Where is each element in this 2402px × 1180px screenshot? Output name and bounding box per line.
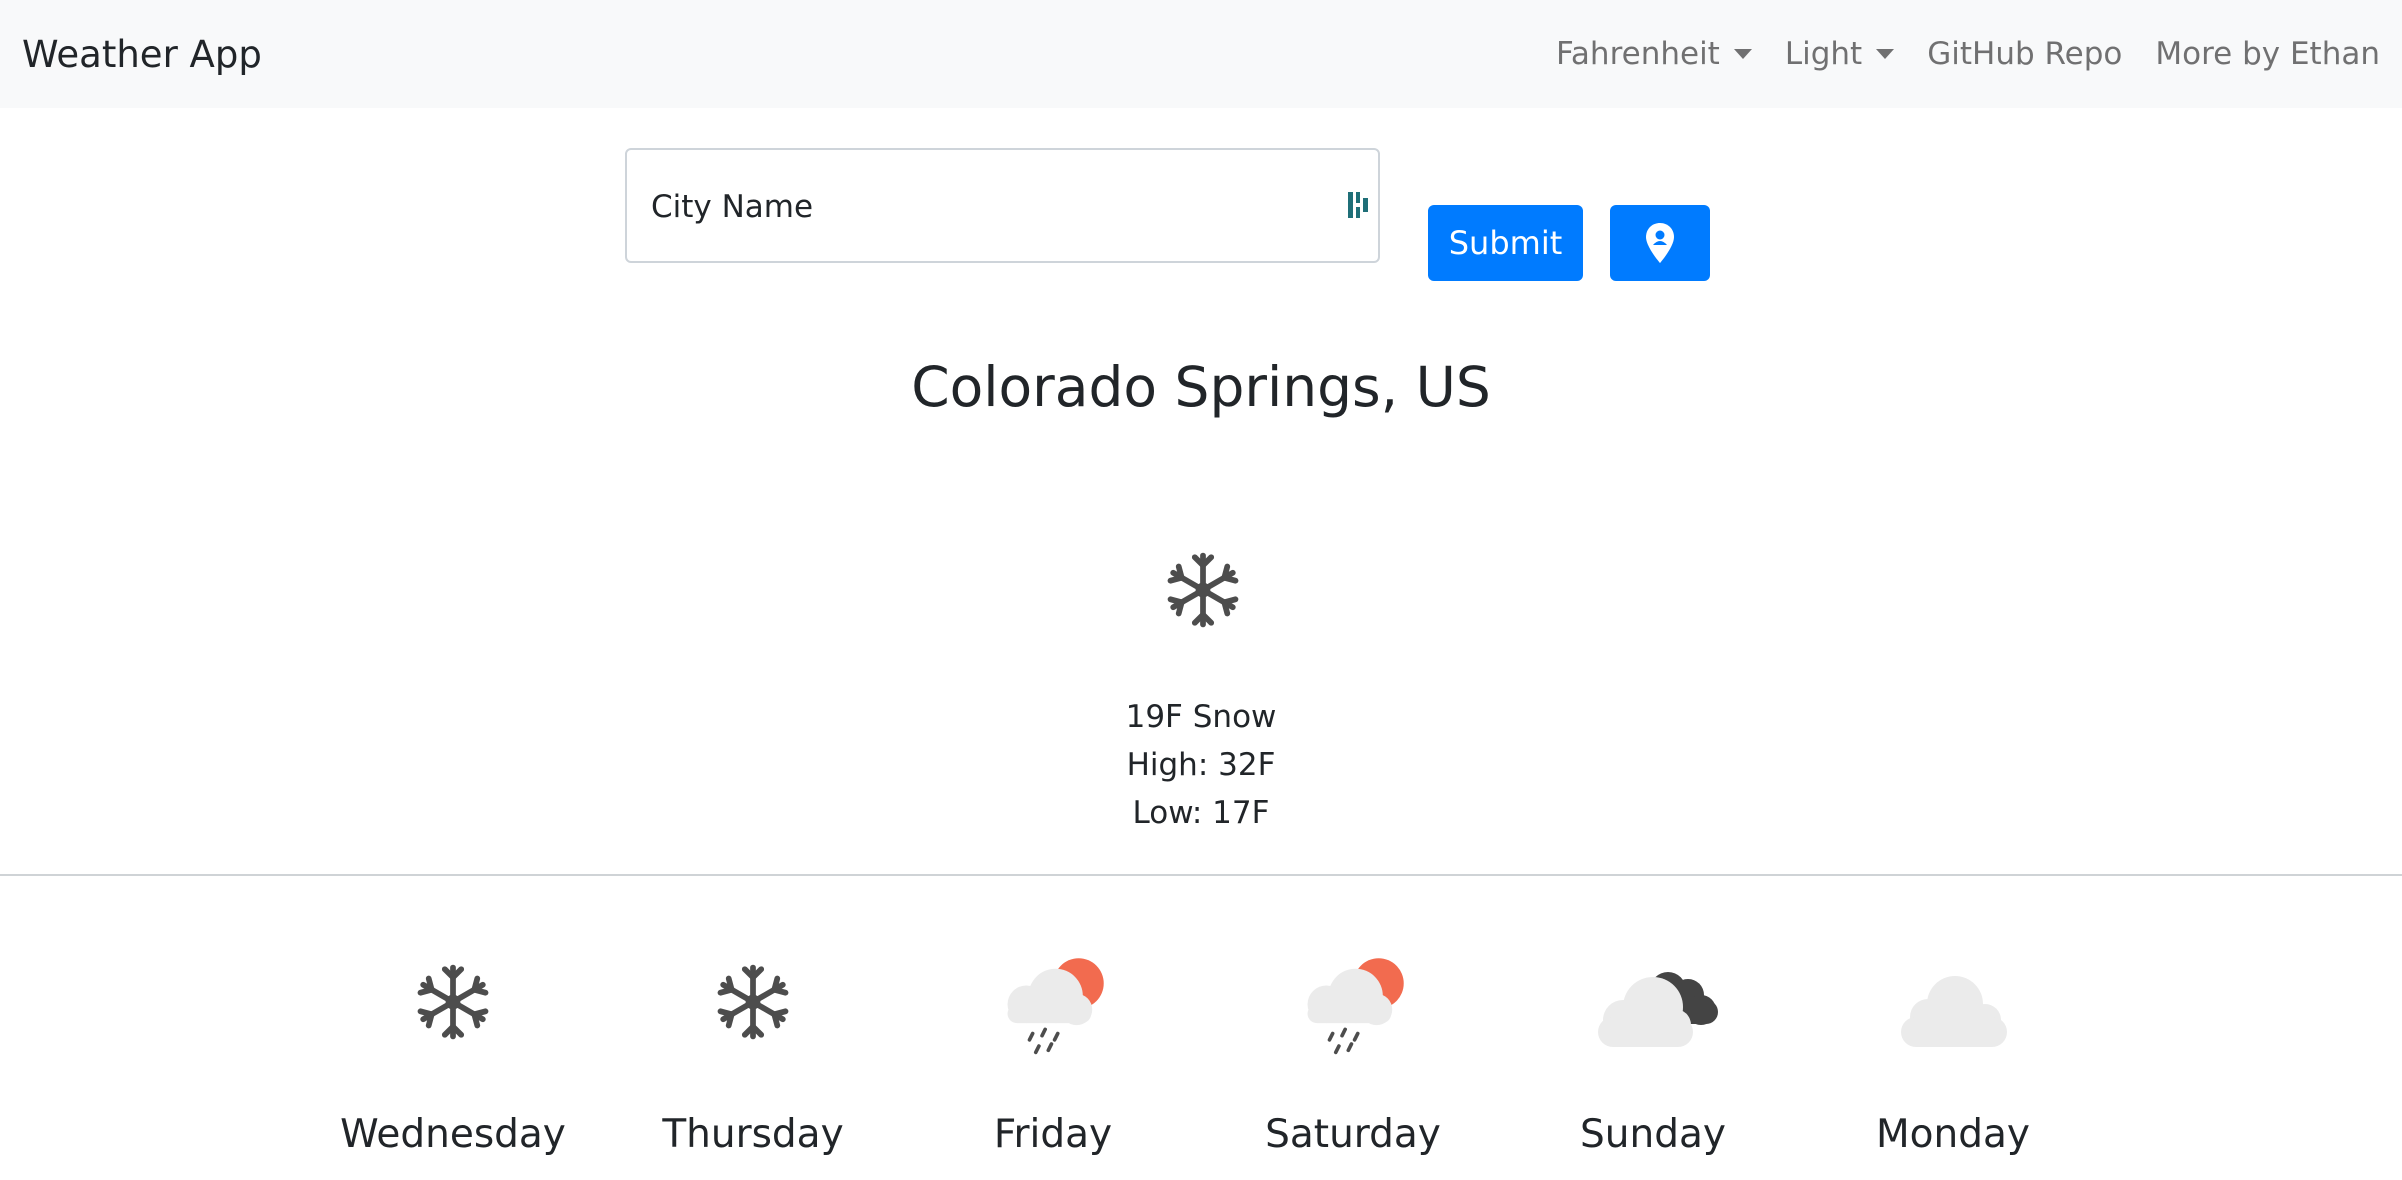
forecast-day-name: Sunday	[1580, 1112, 1726, 1157]
cloud-icon	[1901, 976, 2007, 1047]
snowflake-icon	[412, 960, 494, 1044]
submit-button[interactable]: Submit	[1428, 205, 1583, 281]
current-low: Low: 17F	[1132, 795, 1270, 831]
theme-dropdown[interactable]: Light	[1784, 36, 1895, 72]
forecast-day-name: Wednesday	[340, 1112, 566, 1157]
city-search-box	[625, 148, 1380, 263]
navbar: Weather App Fahrenheit Light GitHub Repo…	[0, 0, 2402, 108]
caret-down-icon	[1733, 49, 1752, 59]
use-location-button[interactable]	[1610, 205, 1710, 281]
forecast-day-name: Thursday	[662, 1112, 844, 1157]
snowflake-icon	[1162, 548, 1244, 632]
city-heading: Colorado Springs, US	[911, 355, 1491, 419]
brand-link[interactable]: Weather App	[22, 33, 262, 76]
caret-down-icon	[1876, 49, 1895, 59]
snowflake-icon	[712, 960, 794, 1044]
dark-cloud-icon	[1598, 972, 1718, 1047]
current-high: High: 32F	[1126, 747, 1276, 783]
units-dropdown[interactable]: Fahrenheit	[1556, 36, 1752, 72]
map-pin-icon	[1646, 223, 1674, 263]
units-dropdown-label: Fahrenheit	[1555, 36, 1720, 72]
theme-dropdown-label: Light	[1784, 36, 1863, 72]
more-by-ethan-link[interactable]: More by Ethan	[2155, 36, 2380, 72]
current-summary: 19F Snow	[1125, 699, 1277, 735]
divider	[0, 874, 2402, 876]
nav-menu: Fahrenheit Light GitHub Repo More by Eth…	[1556, 36, 2380, 72]
autofill-extension-icon[interactable]	[1346, 190, 1370, 220]
current-conditions: 19F Snow High: 32F Low: 17F	[0, 693, 2402, 837]
github-repo-link[interactable]: GitHub Repo	[1927, 36, 2122, 72]
city-name-input[interactable]	[649, 150, 1303, 263]
sun-cloud-rain-icon	[1005, 956, 1106, 1055]
sun-cloud-rain-icon	[1305, 956, 1406, 1055]
forecast-day-name: Monday	[1876, 1112, 2030, 1157]
forecast-day-name: Saturday	[1265, 1112, 1441, 1157]
forecast-day-name: Friday	[993, 1112, 1113, 1157]
